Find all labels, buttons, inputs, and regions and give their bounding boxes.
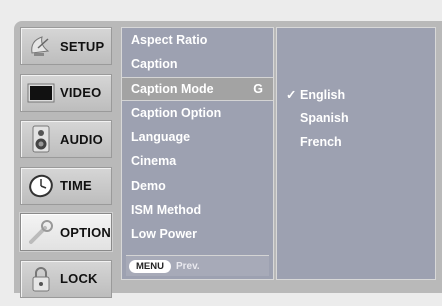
padlock-icon xyxy=(26,264,56,294)
menu-item-caption[interactable]: Caption xyxy=(122,52,273,76)
category-label: TIME xyxy=(60,178,92,193)
category-label: LOCK xyxy=(60,271,98,286)
menu-item-caption-option[interactable]: Caption Option xyxy=(122,101,273,125)
satellite-dish-icon xyxy=(26,31,56,61)
category-time[interactable]: TIME xyxy=(20,166,112,205)
menu-item-hint: G xyxy=(253,81,263,96)
menu-item-ism-method[interactable]: ISM Method xyxy=(122,198,273,222)
option-french[interactable]: French xyxy=(286,135,342,149)
category-option[interactable]: OPTION xyxy=(20,213,112,251)
menu-item-language[interactable]: Language xyxy=(122,125,273,149)
menu-footer: MENU Prev. xyxy=(126,255,269,276)
menu-item-cinema[interactable]: Cinema xyxy=(122,149,273,173)
category-label: AUDIO xyxy=(60,131,103,147)
menu-item-label: Caption Mode xyxy=(131,81,214,96)
clock-icon xyxy=(26,171,56,201)
option-label: French xyxy=(300,135,342,149)
check-icon: ✓ xyxy=(286,88,297,102)
category-lock[interactable]: LOCK xyxy=(20,259,112,298)
option-label: Spanish xyxy=(300,111,349,125)
category-label: VIDEO xyxy=(60,85,102,100)
option-spanish[interactable]: Spanish xyxy=(286,111,349,125)
option-tool-icon xyxy=(26,217,56,247)
option-menu: Aspect Ratio Caption Caption Mode G Capt… xyxy=(121,27,274,280)
prev-label: Prev. xyxy=(175,260,200,272)
option-english[interactable]: ✓ English xyxy=(286,87,345,102)
category-label: SETUP xyxy=(60,38,105,54)
category-list: SETUP VIDEO AUDIO TIME OPTION LOCK xyxy=(20,27,116,306)
caption-mode-options: ✓ English Spanish French xyxy=(276,27,436,280)
option-label: English xyxy=(300,88,346,102)
category-video[interactable]: VIDEO xyxy=(20,73,112,112)
category-audio[interactable]: AUDIO xyxy=(20,120,112,158)
speaker-icon xyxy=(26,124,56,154)
menu-item-caption-mode[interactable]: Caption Mode G xyxy=(122,76,273,101)
menu-button[interactable]: MENU xyxy=(129,259,171,273)
menu-item-demo[interactable]: Demo xyxy=(122,174,273,198)
category-setup[interactable]: SETUP xyxy=(20,27,112,65)
category-label: OPTION xyxy=(59,224,111,240)
menu-item-low-power[interactable]: Low Power xyxy=(122,222,273,246)
monitor-icon xyxy=(26,78,56,108)
menu-item-aspect-ratio[interactable]: Aspect Ratio xyxy=(122,28,273,52)
